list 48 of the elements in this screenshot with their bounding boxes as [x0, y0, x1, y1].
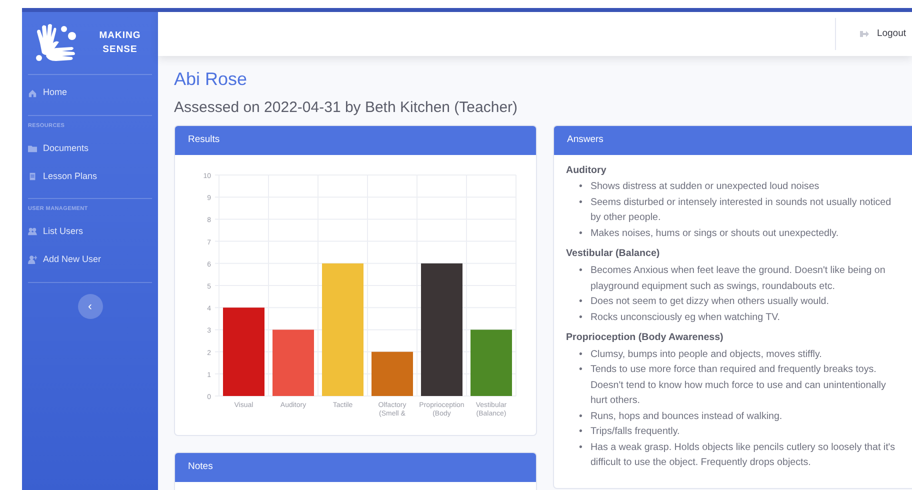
clipboard-icon [28, 172, 37, 181]
bullet: • [579, 348, 582, 362]
card-title: Results [188, 132, 220, 147]
section-heading: Proprioception (Body Awareness) [566, 332, 724, 344]
answer-item: Runs, hops and bounces instead of walking. [590, 410, 782, 424]
sidebar-link[interactable]: Add New User [22, 250, 158, 270]
folder-icon [28, 144, 37, 153]
sidebar-link[interactable]: Lesson Plans [22, 166, 158, 186]
brand-name: MAKING SENSE [98, 28, 142, 57]
logout-icon [860, 30, 869, 38]
answer-item: Seems disturbed or intensely interested in sounds not usually noticed by other people. [590, 196, 892, 226]
answer-item: Has a weak grasp. Holds objects like pencils cutlery so loosely that it's difficult to use the object. Frequently drops objects. [590, 440, 896, 470]
bullet: • [579, 425, 582, 440]
sidebar-link[interactable]: Documents [22, 138, 158, 158]
bullet: • [579, 226, 582, 241]
answer-item: Tends to use more force than required and frequently breaks toys. Doesn't tend to know how much force to use and can unintentionally hurt others. [590, 363, 887, 408]
answer-item: Rocks unconsciously eg when watching TV. [590, 310, 780, 325]
bullet: • [579, 363, 582, 378]
section-heading: Auditory [566, 164, 608, 176]
sidebar-link[interactable]: Home [22, 83, 158, 103]
bar [372, 351, 413, 396]
sidebar-toggle-button[interactable]: ‹ [78, 294, 102, 318]
add-user-icon [28, 255, 37, 264]
bullet: • [579, 295, 582, 310]
bullet: • [579, 310, 582, 325]
answer-item: Makes noises, hums or sings or shouts out unexpectedly. [590, 226, 839, 241]
hands-logo-icon [34, 23, 78, 63]
card-title: Answers [567, 132, 604, 147]
bar [470, 329, 512, 396]
bullet: • [579, 264, 582, 278]
bullet: • [579, 196, 582, 210]
logout-link[interactable]: Logout [834, 18, 912, 50]
answer-item: Becomes Anxious when feet leave the ground. Doesn't like being on playground equipment such as swings, roundabouts etc. [590, 264, 886, 294]
student-name: Abi Rose [174, 69, 248, 91]
bullet: • [579, 410, 582, 424]
answer-item: Shows distress at sudden or unexpected loud noises [590, 180, 820, 194]
answer-item: Does not seem to get dizzy when others usually would. [590, 295, 829, 310]
bar [272, 329, 314, 396]
card-title: Notes [188, 460, 213, 474]
users-icon [28, 227, 37, 236]
answer-item: Clumsy, bumps into people and objects, moves stiffly. [590, 348, 822, 362]
answer-item: Trips/falls frequently. [590, 425, 680, 440]
bullet: • [579, 180, 582, 194]
assessment-info: Assessed on 2022-04-31 by Beth Kitchen (Teacher) [174, 98, 519, 117]
section-heading: Vestibular (Balance) [566, 248, 661, 260]
sidebar-link[interactable]: List Users [22, 222, 158, 242]
bullet: • [579, 440, 582, 455]
home-icon [28, 88, 37, 98]
